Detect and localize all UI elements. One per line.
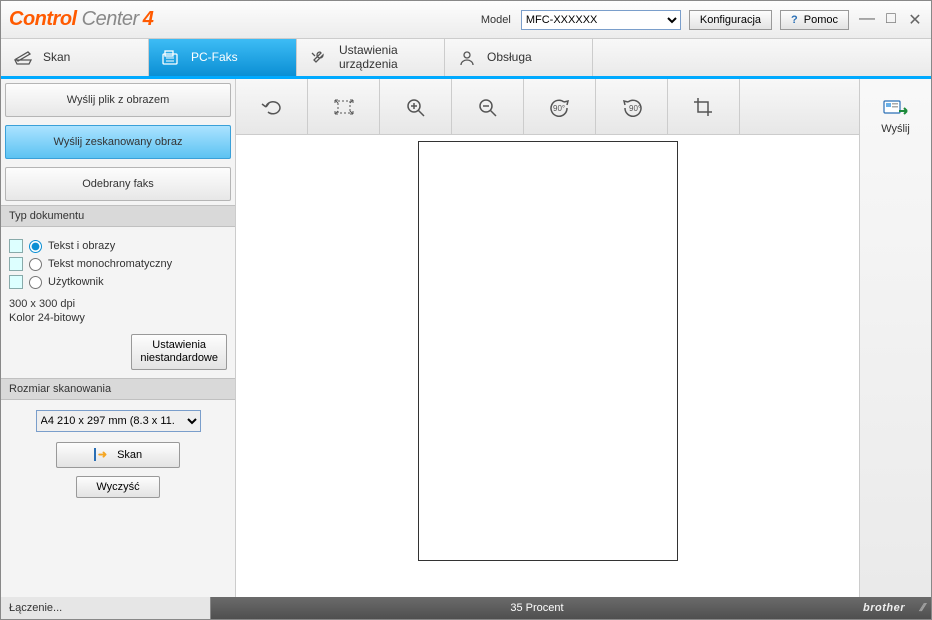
doctype-mono-label: Tekst monochromatyczny — [48, 258, 172, 270]
custom-settings-button[interactable]: Ustawienia niestandardowe — [131, 334, 227, 370]
fit-screen-button[interactable] — [308, 79, 380, 134]
clear-button[interactable]: Wyczyść — [76, 476, 160, 498]
app-logo: Control Center4 — [9, 8, 153, 31]
model-label: Model — [481, 14, 511, 26]
send-icon — [882, 97, 910, 119]
scan-size-select[interactable]: A4 210 x 297 mm (8.3 x 11. — [36, 410, 201, 432]
preview-toolbar: 90° 90° — [236, 79, 859, 135]
tab-skan[interactable]: Skan — [1, 39, 149, 76]
scan-button[interactable]: ➜ Skan — [56, 442, 180, 468]
window-controls: — □ ✕ — [859, 10, 923, 30]
document-type-options: Tekst i obrazy Tekst monochromatyczny Uż… — [1, 227, 235, 297]
brand-logo: brother — [863, 602, 905, 614]
close-button[interactable]: ✕ — [907, 10, 923, 30]
sidebar: Wyślij plik z obrazem Wyślij zeskanowany… — [1, 79, 236, 597]
scanner-icon — [13, 49, 33, 67]
scan-arrow-icon: ➜ — [94, 448, 107, 461]
right-panel: Wyślij — [859, 79, 931, 597]
tab-support-label: Obsługa — [487, 51, 532, 64]
tab-skan-label: Skan — [43, 51, 70, 64]
doctype-user-label: Użytkownik — [48, 276, 104, 288]
help-icon: ? — [791, 14, 798, 26]
logo-brand-2: Center — [77, 8, 139, 30]
doc-icon — [9, 275, 23, 289]
tools-icon — [309, 49, 329, 67]
tab-pcfax-label: PC-Faks — [191, 51, 238, 64]
zoom-in-button[interactable] — [380, 79, 452, 134]
person-icon — [457, 49, 477, 67]
doc-icon — [9, 257, 23, 271]
scan-size-panel: A4 210 x 297 mm (8.3 x 11. ➜ Skan Wyczyś… — [1, 400, 235, 508]
center-panel: 90° 90° — [236, 79, 859, 597]
undo-button[interactable] — [236, 79, 308, 134]
resolution-text: 300 x 300 dpi — [9, 297, 227, 311]
main-area: Wyślij plik z obrazem Wyślij zeskanowany… — [1, 79, 931, 597]
status-bar: Łączenie... 35 Procent brother /// — [1, 597, 931, 619]
model-select[interactable]: MFC-XXXXXX — [521, 10, 681, 30]
crop-button[interactable] — [668, 79, 740, 134]
config-button[interactable]: Konfiguracja — [689, 10, 772, 30]
tab-pcfax[interactable]: PC-Faks — [149, 39, 297, 76]
mode-send-image-file[interactable]: Wyślij plik z obrazem — [5, 83, 231, 117]
minimize-button[interactable]: — — [859, 10, 875, 30]
rotate-ccw-button[interactable]: 90° — [524, 79, 596, 134]
zoom-out-button[interactable] — [452, 79, 524, 134]
send-button[interactable]: Wyślij — [866, 87, 926, 145]
app-window: Control Center4 Model MFC-XXXXXX Konfigu… — [0, 0, 932, 620]
logo-brand-1: Control — [9, 8, 77, 30]
fax-icon — [161, 49, 181, 67]
svg-text:90°: 90° — [629, 104, 641, 113]
status-center: 35 Procent — [211, 602, 863, 614]
send-button-label: Wyślij — [881, 123, 910, 135]
preview-area[interactable] — [236, 135, 859, 597]
radio-user[interactable] — [29, 276, 42, 289]
preview-page[interactable] — [418, 141, 678, 561]
radio-text-images[interactable] — [29, 240, 42, 253]
status-left: Łączenie... — [1, 597, 211, 619]
section-scan-size: Rozmiar skanowania — [1, 378, 235, 400]
main-tabs: Skan PC-Faks Ustawienia urządzenia Obsłu… — [1, 39, 931, 79]
radio-mono[interactable] — [29, 258, 42, 271]
resize-grip[interactable]: /// — [913, 597, 931, 619]
rotate-cw-button[interactable]: 90° — [596, 79, 668, 134]
tab-device-settings-label: Ustawienia urządzenia — [339, 44, 398, 70]
mode-received-fax[interactable]: Odebrany faks — [5, 167, 231, 201]
tab-support[interactable]: Obsługa — [445, 39, 593, 76]
scan-button-label: Skan — [117, 449, 142, 461]
help-button[interactable]: ? Pomoc — [780, 10, 849, 30]
help-label: Pomoc — [804, 14, 838, 26]
doctype-mono[interactable]: Tekst monochromatyczny — [9, 257, 227, 271]
svg-text:90°: 90° — [553, 104, 565, 113]
doctype-text-images-label: Tekst i obrazy — [48, 240, 115, 252]
doctype-user[interactable]: Użytkownik — [9, 275, 227, 289]
mode-send-scanned-image[interactable]: Wyślij zeskanowany obraz — [5, 125, 231, 159]
maximize-button[interactable]: □ — [883, 10, 899, 30]
color-depth-text: Kolor 24-bitowy — [9, 311, 227, 325]
tab-device-settings[interactable]: Ustawienia urządzenia — [297, 39, 445, 76]
doc-icon — [9, 239, 23, 253]
doc-meta: 300 x 300 dpi Kolor 24-bitowy — [1, 297, 235, 332]
logo-num: 4 — [143, 8, 154, 30]
doctype-text-images[interactable]: Tekst i obrazy — [9, 239, 227, 253]
titlebar: Control Center4 Model MFC-XXXXXX Konfigu… — [1, 1, 931, 39]
section-document-type: Typ dokumentu — [1, 205, 235, 227]
